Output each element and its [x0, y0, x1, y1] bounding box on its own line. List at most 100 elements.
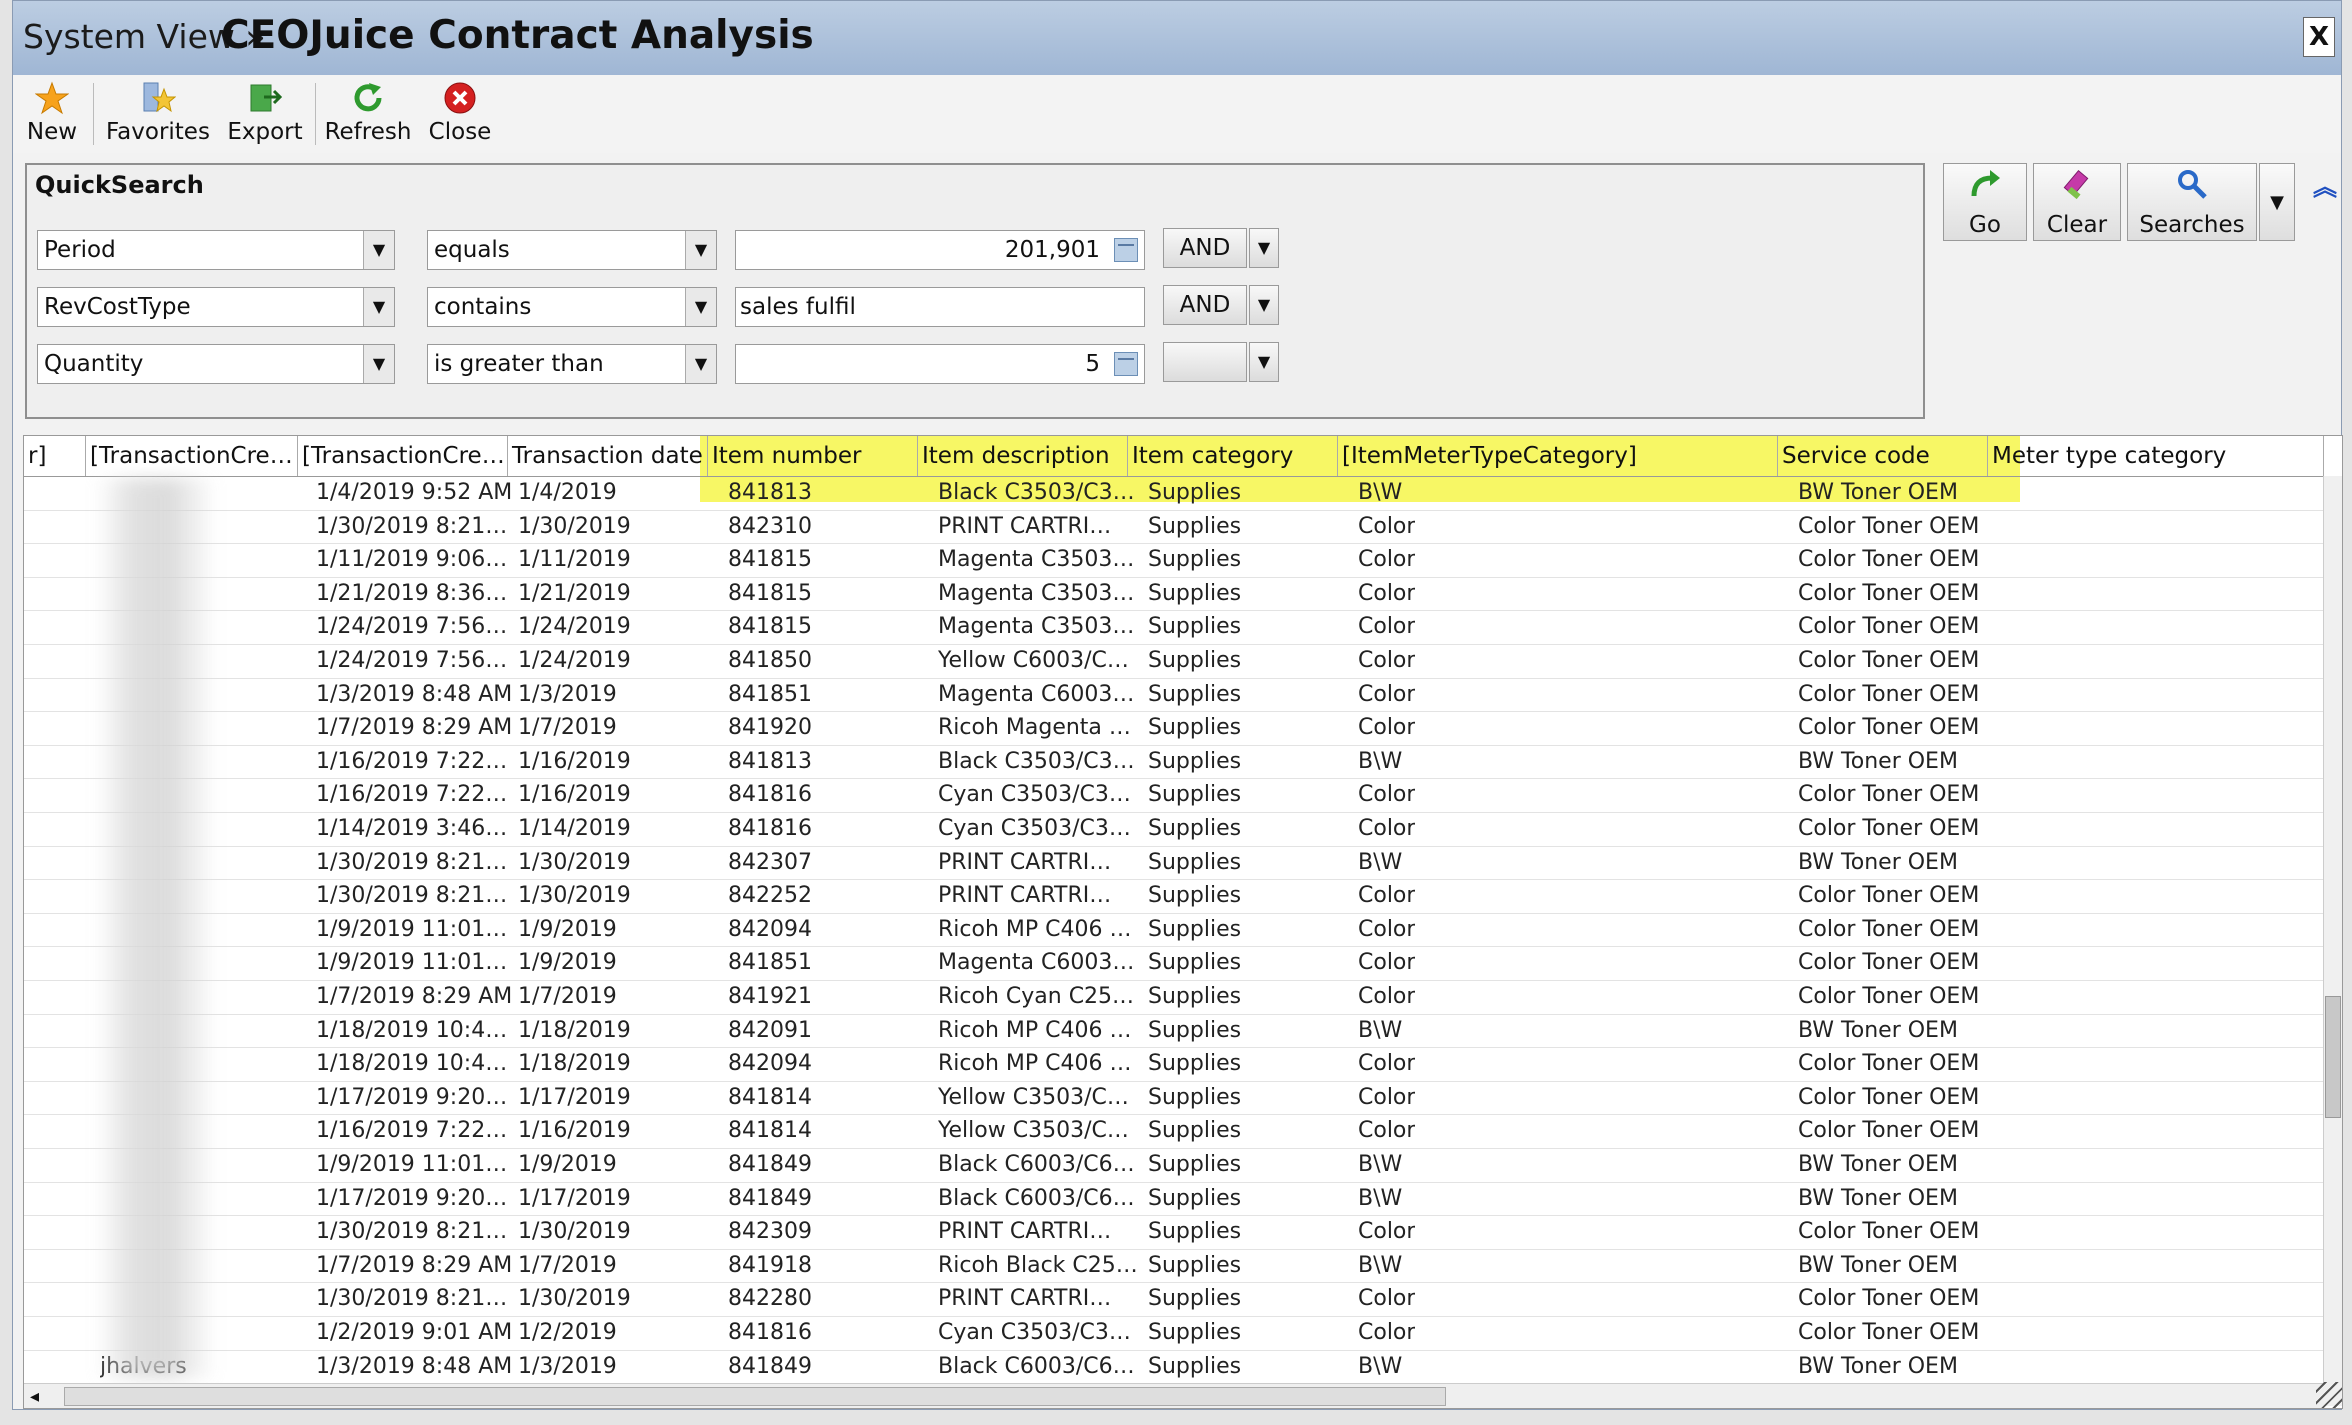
refresh-button[interactable]: Refresh	[321, 81, 415, 149]
service-code-cell: Color Toner OEM	[1798, 547, 1980, 573]
meter-type-cell: Color	[1358, 648, 1416, 673]
table-row[interactable]: 1/30/2019 8:21… 1/30/2019 842309 PRINT CART…	[24, 1215, 2324, 1250]
column-header-item-meter-type-category[interactable]: [ItemMeterTypeCategory]	[1338, 436, 1778, 476]
table-row[interactable]: 1/7/2019 8:29 AM 1/7/2019 841921 Ricoh Cyan…	[24, 980, 2324, 1015]
service-code-cell: BW Toner OEM	[1798, 1353, 1958, 1379]
table-row[interactable]: 1/17/2019 9:20… 1/17/2019 841814 Yellow C35…	[24, 1081, 2324, 1116]
service-code-cell: Color Toner OEM	[1798, 1286, 1980, 1312]
column-header-item-description[interactable]: Item description	[918, 436, 1128, 476]
connector-dropdown-1[interactable]: ▼	[1249, 228, 1279, 268]
searches-button[interactable]: Searches	[2127, 163, 2257, 241]
clear-button[interactable]: Clear	[2033, 163, 2121, 241]
connector-button-2[interactable]: AND	[1163, 285, 1247, 325]
table-row[interactable]: 1/18/2019 10:4… 1/18/2019 842094 Ricoh MP C…	[24, 1047, 2324, 1082]
searches-dropdown-button[interactable]: ▼	[2259, 163, 2295, 241]
scroll-left-icon[interactable]: ◂	[30, 1386, 39, 1407]
table-row[interactable]: 1/16/2019 7:22… 1/16/2019 841813 Black C350…	[24, 745, 2324, 780]
connector-dropdown-2[interactable]: ▼	[1249, 285, 1279, 325]
chevron-down-icon[interactable]: ▼	[685, 345, 716, 383]
table-row[interactable]: 1/7/2019 8:29 AM 1/7/2019 841920 Ricoh Mage…	[24, 711, 2324, 746]
transaction-created-cell: 1/18/2019 10:4…	[316, 1017, 508, 1043]
table-row[interactable]: 1/9/2019 11:01… 1/9/2019 842094 Ricoh MP C4…	[24, 913, 2324, 948]
table-row[interactable]: 1/30/2019 8:21… 1/30/2019 842280 PRINT CART…	[24, 1282, 2324, 1317]
item-number-cell: 842091	[728, 1017, 812, 1043]
table-row[interactable]: jhalvers1/3/2019 8:48 AM1/3/2019841849Bl…	[24, 1350, 2324, 1385]
table-row[interactable]: 1/30/2019 8:21… 1/30/2019 842310 PRINT CART…	[24, 510, 2324, 545]
page-title: CEOJuice Contract Analysis	[221, 13, 814, 58]
column-header-user[interactable]: r]	[24, 436, 86, 476]
operator-select-3[interactable]: is greater than ▼	[427, 344, 717, 384]
value-input-3[interactable]: 5	[735, 344, 1145, 384]
transaction-date-cell: 1/18/2019	[518, 1017, 631, 1043]
calendar-icon[interactable]	[1114, 238, 1138, 262]
table-row[interactable]: 1/14/2019 3:46… 1/14/2019 841816 Cyan C3503…	[24, 812, 2324, 847]
transaction-date-cell: 1/9/2019	[518, 950, 617, 976]
table-row[interactable]: 1/2/2019 9:01 AM 1/2/2019 841816 Cyan C3503…	[24, 1316, 2324, 1351]
service-code-cell: Color Toner OEM	[1798, 782, 1980, 808]
column-header-transaction-created-by[interactable]: [TransactionCre…	[86, 436, 298, 476]
operator-select-2[interactable]: contains ▼	[427, 287, 717, 327]
chevron-down-icon[interactable]: ▼	[685, 231, 716, 269]
item-category-cell: Supplies	[1148, 782, 1242, 808]
operator-select-1[interactable]: equals ▼	[427, 230, 717, 270]
item-number-cell: 841849	[728, 1353, 812, 1379]
item-number-cell: 841920	[728, 715, 812, 741]
value-input-1[interactable]: 201,901	[735, 230, 1145, 270]
table-row[interactable]: 1/9/2019 11:01… 1/9/2019 841849 Black C6003…	[24, 1148, 2324, 1183]
calendar-icon[interactable]	[1114, 352, 1138, 376]
item-description-cell: Ricoh Cyan C25…	[938, 984, 1135, 1009]
toolbar-divider	[93, 83, 94, 145]
favorites-button[interactable]: Favorites	[99, 81, 217, 149]
table-row[interactable]: 1/30/2019 8:21… 1/30/2019 842252 PRINT CART…	[24, 879, 2324, 914]
horizontal-scroll-thumb[interactable]	[64, 1387, 1446, 1406]
collapse-icon[interactable]: ︽	[2313, 167, 2339, 207]
close-button[interactable]: Close	[423, 81, 497, 149]
meter-type-cell: Color	[1358, 547, 1416, 573]
transaction-created-cell: 1/2/2019 9:01 AM	[316, 1320, 513, 1345]
table-row[interactable]: 1/16/2019 7:22… 1/16/2019 841816 Cyan C3503…	[24, 778, 2324, 813]
vertical-scroll-thumb[interactable]	[2325, 996, 2341, 1118]
table-row[interactable]: 1/30/2019 8:21… 1/30/2019 842307 PRINT CART…	[24, 846, 2324, 881]
connector-button-3[interactable]	[1163, 342, 1247, 382]
connector-dropdown-3[interactable]: ▼	[1249, 342, 1279, 382]
resize-grip-icon[interactable]	[2316, 1382, 2342, 1408]
table-row[interactable]: 1/4/2019 9:52 AM 1/4/2019 841813 Black C350…	[24, 476, 2324, 511]
chevron-down-icon[interactable]: ▼	[363, 345, 394, 383]
go-button[interactable]: Go	[1943, 163, 2027, 241]
table-row[interactable]: 1/3/2019 8:48 AM 1/3/2019 841851 Magenta C6…	[24, 678, 2324, 713]
table-row[interactable]: 1/9/2019 11:01… 1/9/2019 841851 Magenta C60…	[24, 946, 2324, 981]
vertical-scrollbar[interactable]	[2323, 476, 2342, 1406]
field-select-3[interactable]: Quantity ▼	[37, 344, 395, 384]
column-header-item-number[interactable]: Item number	[708, 436, 918, 476]
chevron-down-icon[interactable]: ▼	[363, 231, 394, 269]
column-header-meter-type-category[interactable]: Meter type category	[1988, 436, 2324, 476]
table-row[interactable]: 1/21/2019 8:36… 1/21/2019 841815 Magenta C3…	[24, 577, 2324, 612]
close-window-button[interactable]: X	[2303, 17, 2335, 57]
table-row[interactable]: 1/11/2019 9:06… 1/11/2019 841815 Magenta C3…	[24, 543, 2324, 578]
column-header-transaction-date[interactable]: Transaction date	[508, 436, 708, 476]
service-code-cell: Color Toner OEM	[1798, 614, 1980, 640]
chevron-down-icon[interactable]: ▼	[363, 288, 394, 326]
meter-type-cell: Color	[1358, 614, 1416, 640]
transaction-date-cell: 1/30/2019	[518, 1219, 631, 1245]
table-row[interactable]: 1/24/2019 7:56… 1/24/2019 841850 Yellow C60…	[24, 644, 2324, 679]
table-row[interactable]: 1/17/2019 9:20… 1/17/2019 841849 Black C600…	[24, 1182, 2324, 1217]
column-header-transaction-created[interactable]: [TransactionCre…	[298, 436, 508, 476]
column-header-item-category[interactable]: Item category	[1128, 436, 1338, 476]
field-select-2[interactable]: RevCostType ▼	[37, 287, 395, 327]
column-header-service-code[interactable]: Service code	[1778, 436, 1988, 476]
export-button[interactable]: Export	[221, 81, 309, 149]
table-row[interactable]: 1/24/2019 7:56… 1/24/2019 841815 Magenta C3…	[24, 610, 2324, 645]
table-row[interactable]: 1/16/2019 7:22… 1/16/2019 841814 Yellow C35…	[24, 1114, 2324, 1149]
item-number-cell: 842094	[728, 916, 812, 942]
horizontal-scrollbar[interactable]: ◂	[24, 1383, 2324, 1408]
new-button[interactable]: New	[17, 81, 87, 149]
table-row[interactable]: 1/18/2019 10:4… 1/18/2019 842091 Ricoh MP C…	[24, 1014, 2324, 1049]
chevron-down-icon[interactable]: ▼	[685, 288, 716, 326]
field-select-1[interactable]: Period ▼	[37, 230, 395, 270]
item-category-cell: Supplies	[1148, 1320, 1242, 1345]
connector-button-1[interactable]: AND	[1163, 228, 1247, 268]
table-row[interactable]: 1/7/2019 8:29 AM 1/7/2019 841918 Ricoh Blac…	[24, 1249, 2324, 1284]
value-input-2[interactable]: sales fulfil	[735, 287, 1145, 327]
meter-type-cell: Color	[1358, 816, 1416, 841]
